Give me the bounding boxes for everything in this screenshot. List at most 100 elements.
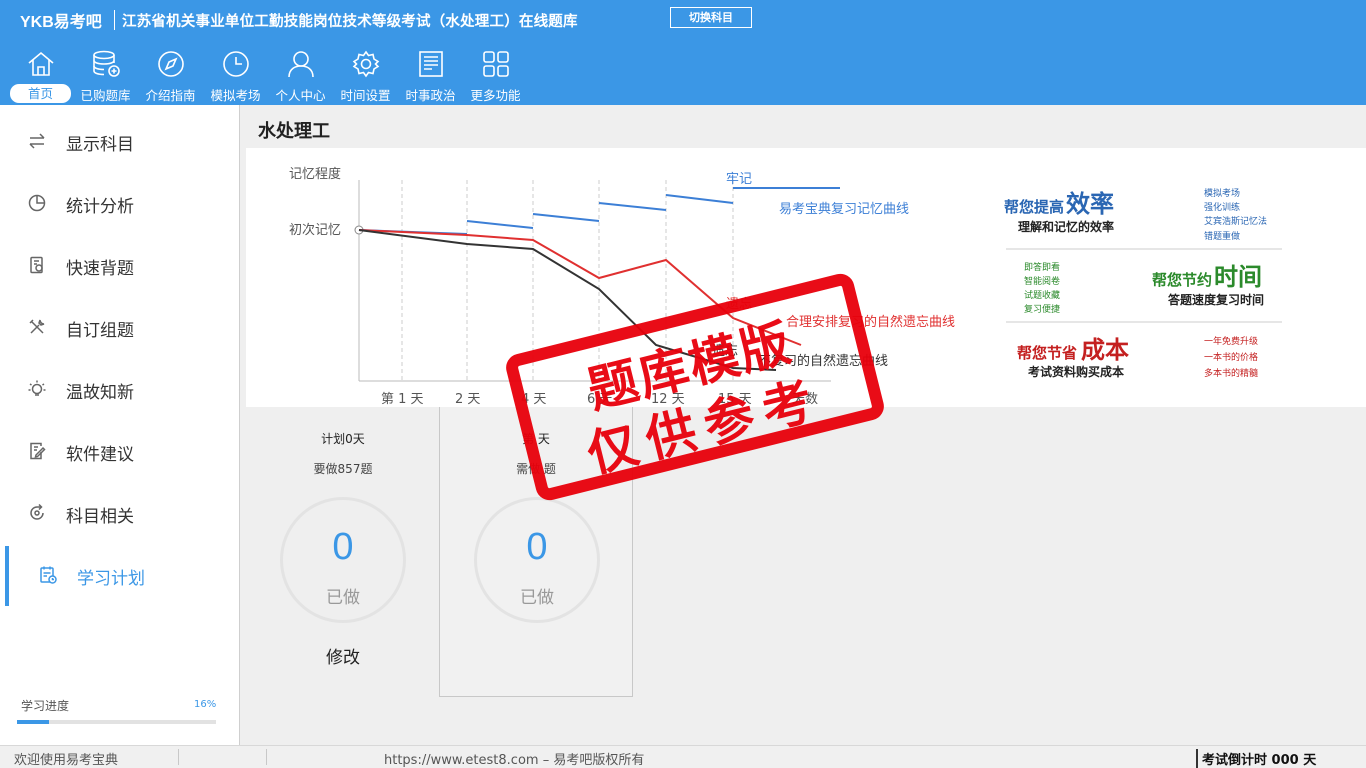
nav-label: 个人中心 (275, 88, 326, 103)
svg-text:多本书的精髓: 多本书的精髓 (1204, 367, 1258, 379)
first-memory-label: 初次记忆 (289, 222, 341, 238)
sidebar-item-revisit[interactable]: 温故知新 (0, 368, 239, 408)
promo-time: 即答即看 智能阅卷 试题收藏 复习便捷 帮您节约 时间 答题速度复习时间 (1024, 261, 1264, 315)
nav-home[interactable]: 首页 (8, 46, 73, 104)
nav-current-affairs[interactable]: 时事政治 (398, 46, 463, 104)
sidebar-item-label: 学习计划 (77, 569, 145, 589)
svg-text:2 天: 2 天 (455, 392, 480, 407)
plan-card-total: 计划0天 要做857题 0 已做 修改 (246, 407, 440, 697)
home-icon (27, 51, 54, 76)
lightbulb-icon (28, 380, 46, 396)
status-divider (266, 749, 267, 765)
svg-text:帮您提高: 帮您提高 (1004, 198, 1064, 216)
done-count: 0 (526, 526, 548, 568)
status-divider (178, 749, 179, 765)
nav-more[interactable]: 更多功能 (463, 46, 528, 104)
progress-value: 16% (194, 699, 217, 710)
promo-efficiency: 帮您提高 效率 理解和记忆的效率 模拟考场 强化训练 艾宾浩斯记忆法 错题重做 (1004, 187, 1267, 242)
sidebar-item-label: 科目相关 (66, 507, 134, 527)
plan-days: 计划0天 (321, 432, 365, 446)
nav-guide[interactable]: 介绍指南 (138, 46, 203, 104)
svg-text:强化训练: 强化训练 (1204, 201, 1240, 213)
page-title: 水处理工 (258, 121, 330, 142)
progress-bar (17, 720, 216, 724)
flashcard-icon (30, 256, 43, 274)
plan-questions: 要做857题 (313, 462, 373, 476)
svg-text:答题速度复习时间: 答题速度复习时间 (1168, 292, 1264, 307)
top-bar: YKB易考吧 江苏省机关事业单位工勤技能岗位技术等级考试（水处理工）在线题库 切… (0, 0, 1366, 105)
progress-ring: 0 已做 (474, 497, 600, 623)
nav-purchased[interactable]: 已购题库 (73, 46, 138, 104)
svg-text:时间: 时间 (1214, 263, 1262, 291)
edit-document-icon (30, 442, 46, 460)
welcome-text: 欢迎使用易考宝典 (14, 753, 119, 768)
sidebar-item-label: 统计分析 (66, 197, 134, 217)
svg-text:第 1 天: 第 1 天 (381, 392, 424, 407)
nav-mock-exam[interactable]: 模拟考场 (203, 46, 268, 104)
refresh-icon (30, 503, 44, 520)
sidebar-item-custom-set[interactable]: 自订组题 (0, 306, 239, 346)
sidebar-item-label: 温故知新 (66, 383, 134, 403)
sidebar-item-label: 自订组题 (66, 321, 134, 341)
sidebar-item-statistics[interactable]: 统计分析 (0, 182, 239, 222)
status-bar: 欢迎使用易考宝典 https://www.etest8.com – 易考吧版权所… (0, 745, 1366, 768)
edit-plan-button[interactable]: 修改 (246, 643, 440, 668)
promo-cost: 帮您节省 成本 考试资料购买成本 一年免费升级 一本书的价格 多本书的精髓 (1017, 335, 1258, 379)
main-nav: 首页 已购题库 介绍指南 模拟考场 个人中心 时间设置 时事政治 更多功能 (8, 46, 528, 104)
progress-fill (17, 720, 49, 724)
compass-icon (157, 51, 184, 77)
svg-text:一本书的价格: 一本书的价格 (1204, 351, 1258, 363)
done-count: 0 (332, 526, 354, 568)
sidebar-item-suggestions[interactable]: 软件建议 (0, 430, 239, 470)
grid-icon (482, 51, 509, 77)
svg-text:效率: 效率 (1066, 190, 1114, 218)
sidebar-item-label: 快速背题 (66, 259, 134, 279)
svg-text:艾宾浩斯记忆法: 艾宾浩斯记忆法 (1204, 215, 1267, 227)
svg-text:帮您节约: 帮您节约 (1152, 271, 1212, 289)
tools-icon (29, 319, 45, 334)
sidebar-item-quick-review[interactable]: 快速背题 (0, 244, 239, 284)
svg-text:一年免费升级: 一年免费升级 (1204, 335, 1258, 347)
nav-label: 首页 (10, 84, 71, 103)
svg-text:即答即看: 即答即看 (1024, 261, 1060, 273)
sidebar-item-subject-related[interactable]: 科目相关 (0, 492, 239, 532)
nav-label: 介绍指南 (145, 88, 196, 103)
logo: YKB易考吧 (20, 14, 102, 31)
svg-text:帮您节省: 帮您节省 (1017, 344, 1077, 362)
y-axis-label: 记忆程度 (289, 166, 341, 182)
active-indicator (5, 546, 9, 606)
svg-text:智能阅卷: 智能阅卷 (1024, 275, 1060, 287)
blue-curve-label: 易考宝典复习记忆曲线 (779, 201, 909, 217)
svg-text:复习便捷: 复习便捷 (1024, 303, 1060, 315)
nav-label: 更多功能 (470, 88, 521, 103)
pie-chart-icon (28, 194, 46, 212)
exam-countdown: 考试倒计时 000 天 (1196, 749, 1316, 768)
nav-label: 时事政治 (405, 88, 456, 103)
sidebar-item-study-plan[interactable]: 学习计划 (0, 546, 239, 606)
sidebar-item-label: 显示科目 (66, 135, 134, 155)
svg-text:考试资料购买成本: 考试资料购买成本 (1028, 364, 1124, 379)
done-label: 已做 (520, 588, 554, 608)
svg-text:错题重做: 错题重做 (1204, 230, 1240, 242)
database-icon (92, 50, 120, 77)
nav-profile[interactable]: 个人中心 (268, 46, 333, 104)
switch-subject-button[interactable]: 切换科目 (670, 7, 752, 28)
copyright-text: https://www.etest8.com – 易考吧版权所有 (384, 753, 645, 768)
nav-label: 模拟考场 (210, 88, 261, 103)
nav-label: 已购题库 (80, 88, 131, 103)
progress-label: 学习进度 (21, 699, 70, 713)
sidebar-item-label: 软件建议 (66, 445, 134, 465)
newspaper-icon (418, 51, 443, 77)
firm-memory-label: 牢记 (726, 172, 752, 187)
svg-text:模拟考场: 模拟考场 (1204, 187, 1240, 199)
done-label: 已做 (326, 588, 360, 608)
clock-icon (222, 51, 249, 77)
user-icon (287, 51, 314, 78)
svg-text:试题收藏: 试题收藏 (1024, 289, 1060, 301)
sidebar-item-show-subject[interactable]: 显示科目 (0, 120, 239, 160)
calendar-icon (40, 566, 57, 584)
switch-arrows-icon (29, 133, 45, 149)
gear-icon (352, 50, 379, 78)
nav-time-settings[interactable]: 时间设置 (333, 46, 398, 104)
sidebar: 显示科目 统计分析 快速背题 自订组题 温故知新 软件建议 科目相关 学习计划 … (0, 105, 240, 745)
